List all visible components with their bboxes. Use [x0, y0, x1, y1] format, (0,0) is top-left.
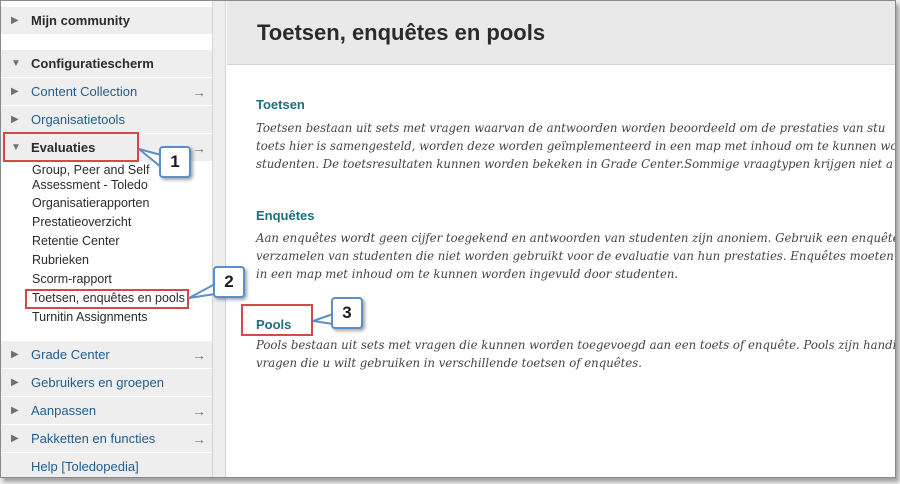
triangle-right-icon: ▶ [11, 405, 19, 416]
arrow-right-icon[interactable]: → [192, 347, 212, 363]
menu-configuratiescherm[interactable]: ▼ Configuratiescherm [1, 50, 212, 78]
triangle-right-icon: ▶ [11, 349, 19, 360]
page-header: Toetsen, enquêtes en pools [227, 1, 895, 65]
menu-help[interactable]: ▶ Help [Toledopedia] [1, 453, 212, 477]
callout-3: 3 [331, 297, 363, 329]
highlight-box-evaluaties [3, 132, 139, 162]
submenu-scorm-rapport[interactable]: Scorm-rapport [32, 272, 112, 287]
section-title-enquetes[interactable]: Enquêtes [256, 208, 315, 223]
section-desc-toetsen: Toetsen bestaan uit sets met vragen waar… [256, 121, 896, 171]
highlight-box-pools [241, 304, 313, 336]
submenu-turnitin-assignments[interactable]: Turnitin Assignments [32, 310, 148, 325]
submenu-retentie-center[interactable]: Retentie Center [32, 234, 120, 249]
menu-organisatietools[interactable]: ▶ Organisatietools [1, 106, 212, 134]
main-content: Toetsen, enquêtes en pools Toetsen Toets… [227, 1, 896, 477]
section-desc-enquetes: Aan enquêtes wordt geen cijfer toegekend… [256, 231, 896, 281]
menu-aanpassen[interactable]: ▶ Aanpassen → [1, 397, 212, 425]
triangle-right-icon: ▶ [11, 377, 19, 388]
triangle-right-icon: ▶ [11, 86, 19, 97]
sidebar-splitter[interactable] [212, 1, 226, 477]
triangle-right-icon: ▶ [11, 433, 19, 444]
triangle-right-icon: ▶ [11, 114, 19, 125]
submenu-rubrieken[interactable]: Rubrieken [32, 253, 89, 268]
submenu-group-peer-self[interactable]: Group, Peer and Self [32, 163, 149, 178]
menu-pakketten-functies[interactable]: ▶ Pakketten en functies → [1, 425, 212, 453]
screenshot-frame: ▶ Mijn community ▼ Configuratiescherm ▶ … [0, 0, 896, 478]
menu-gebruikers-groepen[interactable]: ▶ Gebruikers en groepen [1, 369, 212, 397]
menu-content-collection[interactable]: ▶ Content Collection → [1, 78, 212, 106]
section-title-toetsen[interactable]: Toetsen [256, 97, 305, 112]
submenu-group-peer-self-line2[interactable]: Assessment - Toledo [32, 178, 148, 193]
arrow-right-icon[interactable]: → [192, 403, 212, 419]
section-desc-pools: Pools bestaan uit sets met vragen die ku… [256, 338, 896, 370]
arrow-right-icon[interactable]: → [192, 431, 212, 447]
triangle-right-icon: ▶ [11, 15, 19, 26]
arrow-right-icon[interactable]: → [192, 84, 212, 100]
submenu-prestatieoverzicht[interactable]: Prestatieoverzicht [32, 215, 131, 230]
page-title: Toetsen, enquêtes en pools [257, 20, 546, 45]
callout-1: 1 [159, 146, 191, 178]
menu-grade-center[interactable]: ▶ Grade Center → [1, 341, 212, 369]
menu-mijn-community[interactable]: ▶ Mijn community [1, 7, 212, 35]
highlight-box-toetsen-link [25, 289, 189, 309]
arrow-right-icon[interactable]: → [192, 140, 212, 156]
callout-2: 2 [213, 266, 245, 298]
triangle-down-icon: ▼ [11, 58, 21, 69]
submenu-organisatierapporten[interactable]: Organisatierapporten [32, 196, 149, 211]
sidebar: ▶ Mijn community ▼ Configuratiescherm ▶ … [1, 1, 212, 477]
